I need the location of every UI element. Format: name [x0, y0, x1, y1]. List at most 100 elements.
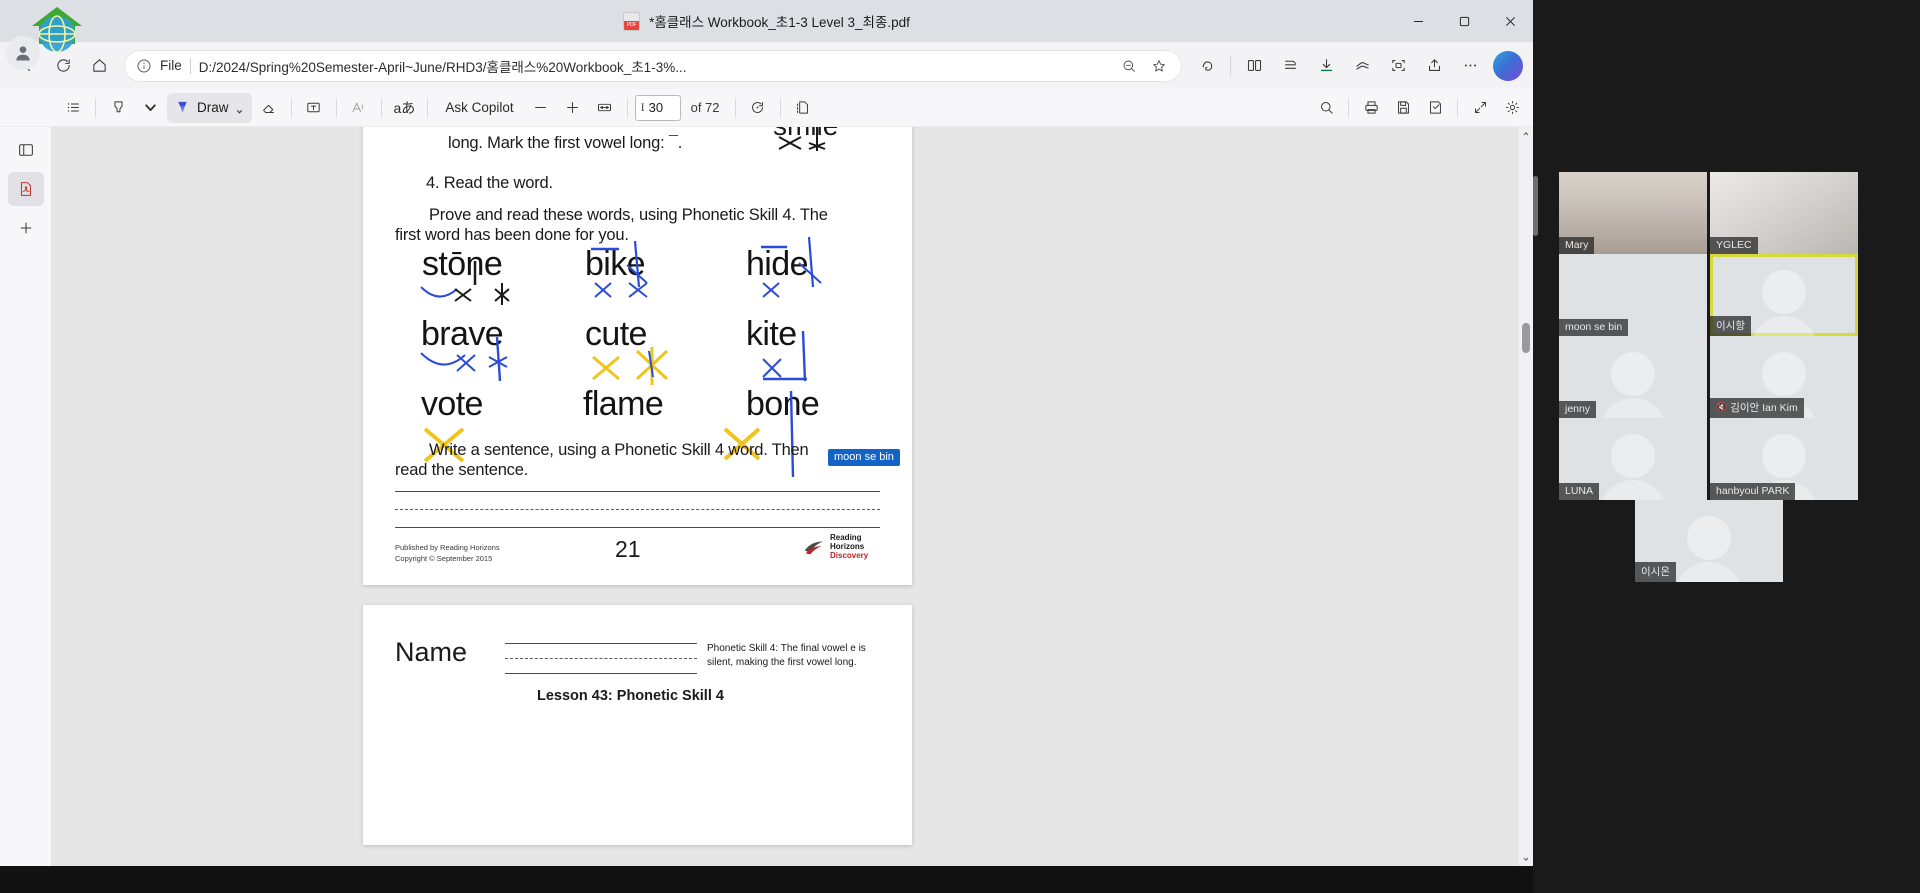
- find-icon[interactable]: [1311, 94, 1341, 122]
- fullscreen-icon[interactable]: [1465, 94, 1495, 122]
- pdf-page-21: long. Mark the first vowel long: ¯. smil…: [363, 127, 912, 585]
- video-tile[interactable]: LUNA: [1559, 418, 1707, 500]
- worksheet-word: bone: [746, 385, 820, 423]
- participant-name: 이시항: [1710, 316, 1751, 336]
- draw-chevron-down-icon[interactable]: [235, 103, 244, 114]
- participant-name: 이시온: [1635, 562, 1676, 582]
- video-tile[interactable]: jenny: [1559, 336, 1707, 418]
- add-button[interactable]: [8, 211, 44, 245]
- lesson-title: Lesson 43: Phonetic Skill 4: [537, 688, 724, 704]
- writing-rule-bottom: [395, 527, 880, 528]
- page-number-input[interactable]: I 30: [634, 94, 681, 121]
- settings-and-more-icon[interactable]: [1453, 49, 1487, 83]
- save-as-icon[interactable]: [1420, 94, 1450, 122]
- writing-rule-top: [395, 491, 880, 492]
- worksheet-word: cute: [585, 315, 647, 353]
- title-bar: *홈클래스 Workbook_초1-3 Level 3_최종.pdf: [0, 0, 1533, 70]
- collections-icon[interactable]: [1273, 49, 1307, 83]
- toolbar-divider: [1348, 98, 1349, 117]
- pdf-scroll-thumb[interactable]: [1522, 323, 1530, 353]
- downloads-icon[interactable]: [1309, 49, 1343, 83]
- url-text[interactable]: D:/2024/Spring%20Semester-April~June/RHD…: [199, 56, 1110, 76]
- pdf-scrollbar[interactable]: [1519, 127, 1533, 866]
- video-tile[interactable]: 🔇 김이안 Ian Kim: [1710, 336, 1858, 418]
- toggle-side-panel-button[interactable]: [8, 133, 44, 167]
- video-panel-scroll-handle[interactable]: [1533, 176, 1538, 236]
- ink-author-label: moon se bin: [828, 449, 900, 466]
- worksheet-word: hide: [746, 245, 808, 283]
- draw-tool[interactable]: Draw: [167, 92, 252, 123]
- toolbar-divider: [779, 98, 781, 117]
- worksheet-word: bike: [585, 245, 646, 283]
- name-rule-mid: [505, 658, 697, 659]
- copilot-sidebar-icon[interactable]: [1190, 49, 1224, 83]
- logo-icon: [32, 7, 82, 53]
- video-tile[interactable]: hanbyoul PARK: [1710, 418, 1858, 500]
- restore-button[interactable]: [1441, 0, 1487, 42]
- screen: *홈클래스 Workbook_초1-3 Level 3_최종.pdf: [0, 0, 1920, 893]
- phonetic-note-line-2: silent, making the first vowel long.: [707, 657, 857, 668]
- close-button[interactable]: [1487, 0, 1533, 42]
- erase-icon[interactable]: [254, 94, 284, 122]
- video-tile[interactable]: YGLEC: [1710, 172, 1858, 254]
- video-tile[interactable]: Mary: [1559, 172, 1707, 254]
- pdf-page-22: Name Phonetic Skill 4: The final vowel e…: [363, 605, 912, 845]
- browser-essentials-icon[interactable]: [1345, 49, 1379, 83]
- toolbar-divider: [427, 98, 429, 117]
- save-icon[interactable]: [1388, 94, 1418, 122]
- rotate-icon[interactable]: [743, 94, 773, 122]
- participant-name: Mary: [1559, 237, 1595, 254]
- video-tile[interactable]: 이시항: [1710, 254, 1858, 336]
- toolbar-divider: [626, 98, 628, 117]
- worksheet-step-heading: 4. Read the word.: [426, 174, 553, 192]
- address-bar: File D:/2024/Spring%20Semester-April~Jun…: [0, 42, 1533, 89]
- video-tile[interactable]: moon se bin: [1559, 254, 1707, 336]
- worksheet-page-number: 21: [615, 536, 641, 562]
- pdf-toolbar: Draw aあ Ask Copilot I 30 of 72: [0, 89, 1533, 127]
- avatar-silhouette-icon: [1750, 269, 1818, 336]
- highlight-chevron-down-icon[interactable]: [135, 94, 165, 122]
- url-bar[interactable]: File D:/2024/Spring%20Semester-April~Jun…: [124, 49, 1182, 82]
- footer-copyright-line: Copyright © September 2015: [395, 553, 493, 563]
- split-screen-icon[interactable]: [1237, 49, 1271, 83]
- ask-copilot-button[interactable]: Ask Copilot: [435, 100, 523, 115]
- print-icon[interactable]: [1356, 94, 1386, 122]
- scroll-up-arrow-icon[interactable]: [1519, 127, 1533, 141]
- toolbar-divider: [335, 98, 337, 117]
- toolbar-divider: [734, 98, 736, 117]
- worksheet-word: stōne: [422, 245, 503, 283]
- minimize-button[interactable]: [1395, 0, 1441, 42]
- pdf-canvas[interactable]: long. Mark the first vowel long: ¯. smil…: [52, 127, 1533, 866]
- site-info-icon[interactable]: [136, 58, 152, 74]
- reading-horizons-logo: Reading Horizons Discovery: [803, 533, 868, 561]
- participant-name: moon se bin: [1559, 319, 1629, 336]
- highlight-icon[interactable]: [103, 94, 133, 122]
- copilot-button[interactable]: [1493, 50, 1523, 81]
- table-of-contents-icon[interactable]: [58, 94, 88, 122]
- zoom-out-button[interactable]: [526, 94, 556, 122]
- video-conference-panel: Mary YGLEC moon se bin 이시항 jenny 🔇 김이안 I…: [1533, 0, 1920, 893]
- pdf-tools-button[interactable]: [7, 172, 44, 206]
- translate-icon[interactable]: aあ: [389, 94, 421, 122]
- settings-gear-icon[interactable]: [1497, 94, 1527, 122]
- worksheet-word: brave: [421, 315, 504, 353]
- toolbar-divider: [95, 98, 96, 117]
- share-icon[interactable]: [1417, 49, 1451, 83]
- window-caption: *홈클래스 Workbook_초1-3 Level 3_최종.pdf: [0, 0, 1533, 42]
- pdf-file-icon: [623, 11, 641, 31]
- video-tile[interactable]: 이시온: [1635, 500, 1783, 582]
- favorite-star-icon[interactable]: [1148, 55, 1170, 77]
- zoom-out-icon[interactable]: [1118, 55, 1140, 77]
- page-view-icon[interactable]: [788, 94, 818, 122]
- muted-icon: 🔇: [1716, 402, 1728, 412]
- read-aloud-icon[interactable]: [344, 94, 374, 122]
- fit-to-page-icon[interactable]: [590, 94, 620, 122]
- scroll-down-arrow-icon[interactable]: [1519, 852, 1533, 866]
- zoom-in-button[interactable]: [558, 94, 588, 122]
- worksheet-word: flame: [583, 385, 664, 423]
- screenshot-icon[interactable]: [1381, 49, 1415, 83]
- url-scheme-label: File: [160, 58, 182, 73]
- add-text-icon[interactable]: [299, 94, 329, 122]
- worksheet-footer-publisher: Published by Reading Horizons Copyright …: [395, 543, 500, 565]
- pdf-viewer: long. Mark the first vowel long: ¯. smil…: [0, 127, 1533, 866]
